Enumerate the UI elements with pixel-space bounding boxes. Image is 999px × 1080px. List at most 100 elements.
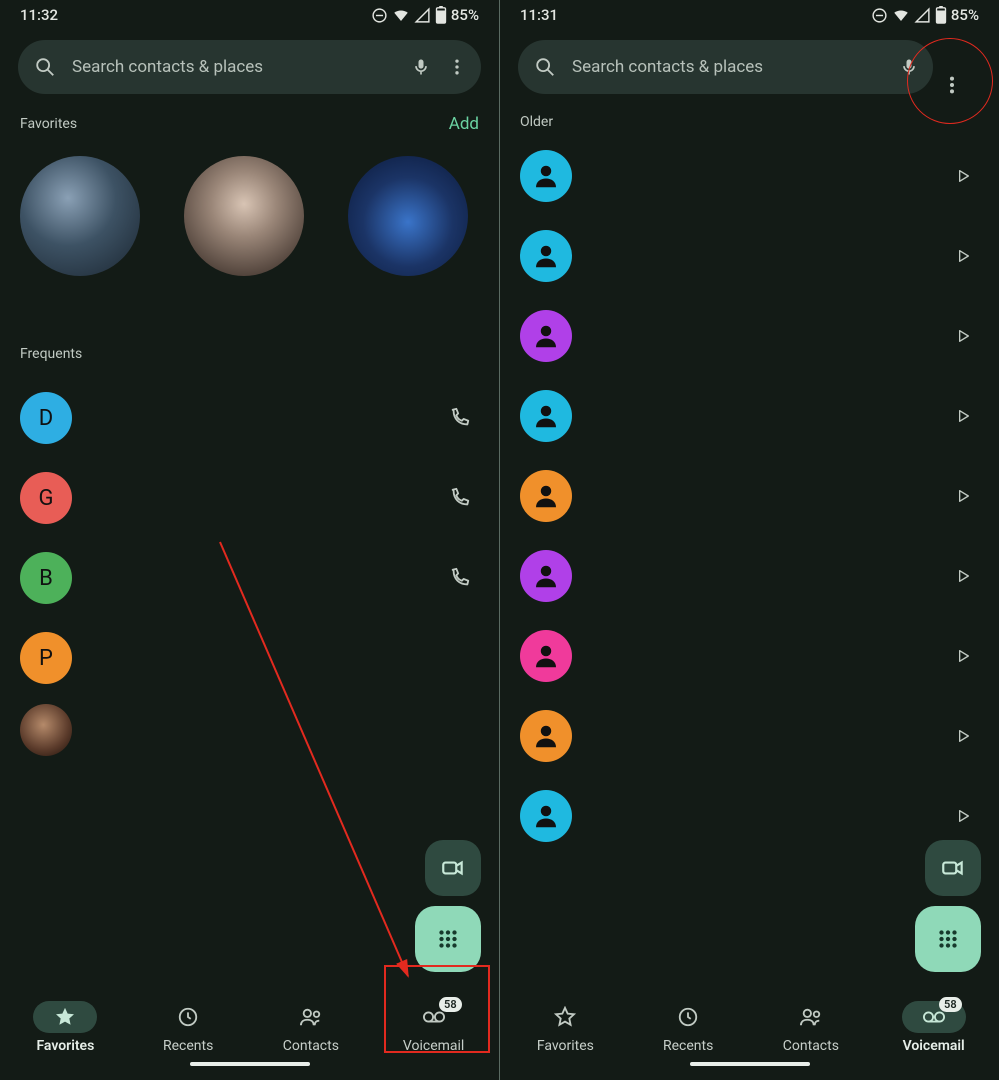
favorite-contact[interactable]	[184, 156, 304, 276]
voicemail-list	[500, 136, 999, 856]
avatar-letter: G	[20, 472, 72, 524]
play-icon[interactable]	[955, 248, 971, 264]
nav-label: Recents	[163, 1038, 213, 1054]
search-bar[interactable]: Search contacts & places	[518, 40, 933, 94]
nav-label: Favorites	[36, 1038, 94, 1054]
voicemail-badge: 58	[939, 997, 962, 1012]
gesture-bar[interactable]	[0, 1062, 499, 1080]
battery-pct: 85%	[951, 6, 979, 24]
people-icon	[799, 1006, 823, 1028]
gesture-bar[interactable]	[500, 1062, 999, 1080]
mic-icon[interactable]	[411, 57, 431, 77]
nav-voicemail[interactable]: 58 Voicemail	[372, 1001, 495, 1054]
search-icon	[534, 56, 556, 78]
play-icon[interactable]	[955, 328, 971, 344]
voicemail-item[interactable]	[520, 696, 979, 776]
people-icon	[299, 1006, 323, 1028]
wifi-icon	[392, 6, 410, 24]
play-icon[interactable]	[955, 728, 971, 744]
nav-label: Voicemail	[403, 1038, 464, 1054]
status-icons: 85%	[371, 6, 479, 24]
star-outline-icon	[554, 1006, 576, 1028]
wifi-icon	[892, 6, 910, 24]
voicemail-item[interactable]	[520, 536, 979, 616]
video-call-fab[interactable]	[925, 840, 981, 896]
frequent-contact[interactable]	[0, 698, 499, 770]
play-icon[interactable]	[955, 568, 971, 584]
video-call-fab[interactable]	[425, 840, 481, 896]
voicemail-item[interactable]	[520, 296, 979, 376]
nav-recents[interactable]: Recents	[127, 1001, 250, 1054]
favorite-contact[interactable]	[348, 156, 468, 276]
screen-favorites: 11:32 85% Search contacts & places Favor…	[0, 0, 499, 1080]
signal-icon	[914, 7, 931, 24]
avatar-letter: P	[20, 632, 72, 684]
favorites-row	[0, 146, 499, 306]
search-placeholder: Search contacts & places	[572, 57, 883, 77]
avatar	[520, 310, 572, 362]
nav-label: Contacts	[283, 1038, 339, 1054]
play-icon[interactable]	[955, 488, 971, 504]
overflow-menu-icon[interactable]	[927, 60, 977, 110]
older-header: Older	[500, 108, 999, 136]
add-favorite-button[interactable]: Add	[449, 114, 479, 134]
voicemail-item[interactable]	[520, 616, 979, 696]
nav-contacts[interactable]: Contacts	[250, 1001, 373, 1054]
nav-label: Voicemail	[903, 1038, 965, 1054]
signal-icon	[414, 7, 431, 24]
phone-icon[interactable]	[449, 487, 471, 509]
voicemail-item[interactable]	[520, 216, 979, 296]
phone-icon[interactable]	[449, 407, 471, 429]
overflow-menu-icon[interactable]	[447, 57, 467, 77]
avatar	[520, 550, 572, 602]
nav-label: Favorites	[537, 1038, 594, 1054]
frequent-contact[interactable]: G	[0, 458, 499, 538]
voicemail-item[interactable]	[520, 776, 979, 856]
avatar	[520, 630, 572, 682]
avatar	[520, 230, 572, 282]
play-icon[interactable]	[955, 168, 971, 184]
frequent-contact[interactable]: D	[0, 378, 499, 458]
nav-recents[interactable]: Recents	[627, 1001, 750, 1054]
favorite-contact[interactable]	[20, 156, 140, 276]
favorites-label: Favorites	[20, 116, 77, 132]
avatar	[520, 790, 572, 842]
status-bar: 11:32 85%	[0, 0, 499, 28]
search-icon	[34, 56, 56, 78]
status-icons: 85%	[871, 6, 979, 24]
voicemail-badge: 58	[439, 997, 462, 1012]
nav-favorites[interactable]: Favorites	[4, 1001, 127, 1054]
search-bar[interactable]: Search contacts & places	[18, 40, 481, 94]
play-icon[interactable]	[955, 408, 971, 424]
phone-icon[interactable]	[449, 567, 471, 589]
nav-voicemail[interactable]: 58 Voicemail	[872, 1001, 995, 1054]
avatar	[520, 470, 572, 522]
status-time: 11:31	[520, 6, 558, 24]
dialpad-fab[interactable]	[915, 906, 981, 972]
do-not-disturb-icon	[371, 7, 388, 24]
battery-icon	[435, 6, 447, 24]
voicemail-item[interactable]	[520, 456, 979, 536]
nav-label: Contacts	[783, 1038, 839, 1054]
play-icon[interactable]	[955, 808, 971, 824]
frequents-list: D G B P	[0, 378, 499, 770]
mic-icon[interactable]	[899, 57, 919, 77]
avatar-letter: D	[20, 392, 72, 444]
search-placeholder: Search contacts & places	[72, 57, 395, 77]
play-icon[interactable]	[955, 648, 971, 664]
frequent-contact[interactable]: P	[0, 618, 499, 698]
clock-icon	[677, 1006, 699, 1028]
avatar-letter: B	[20, 552, 72, 604]
avatar	[520, 710, 572, 762]
frequents-label: Frequents	[0, 306, 499, 378]
dialpad-fab[interactable]	[415, 906, 481, 972]
nav-favorites[interactable]: Favorites	[504, 1001, 627, 1054]
voicemail-item[interactable]	[520, 136, 979, 216]
bottom-nav: Favorites Recents Contacts 58 Voicemail	[500, 993, 999, 1062]
nav-contacts[interactable]: Contacts	[750, 1001, 873, 1054]
favorites-header: Favorites Add	[0, 108, 499, 146]
bottom-nav: Favorites Recents Contacts 58 Voicemail	[0, 993, 499, 1062]
avatar-photo	[20, 704, 72, 756]
voicemail-item[interactable]	[520, 376, 979, 456]
frequent-contact[interactable]: B	[0, 538, 499, 618]
